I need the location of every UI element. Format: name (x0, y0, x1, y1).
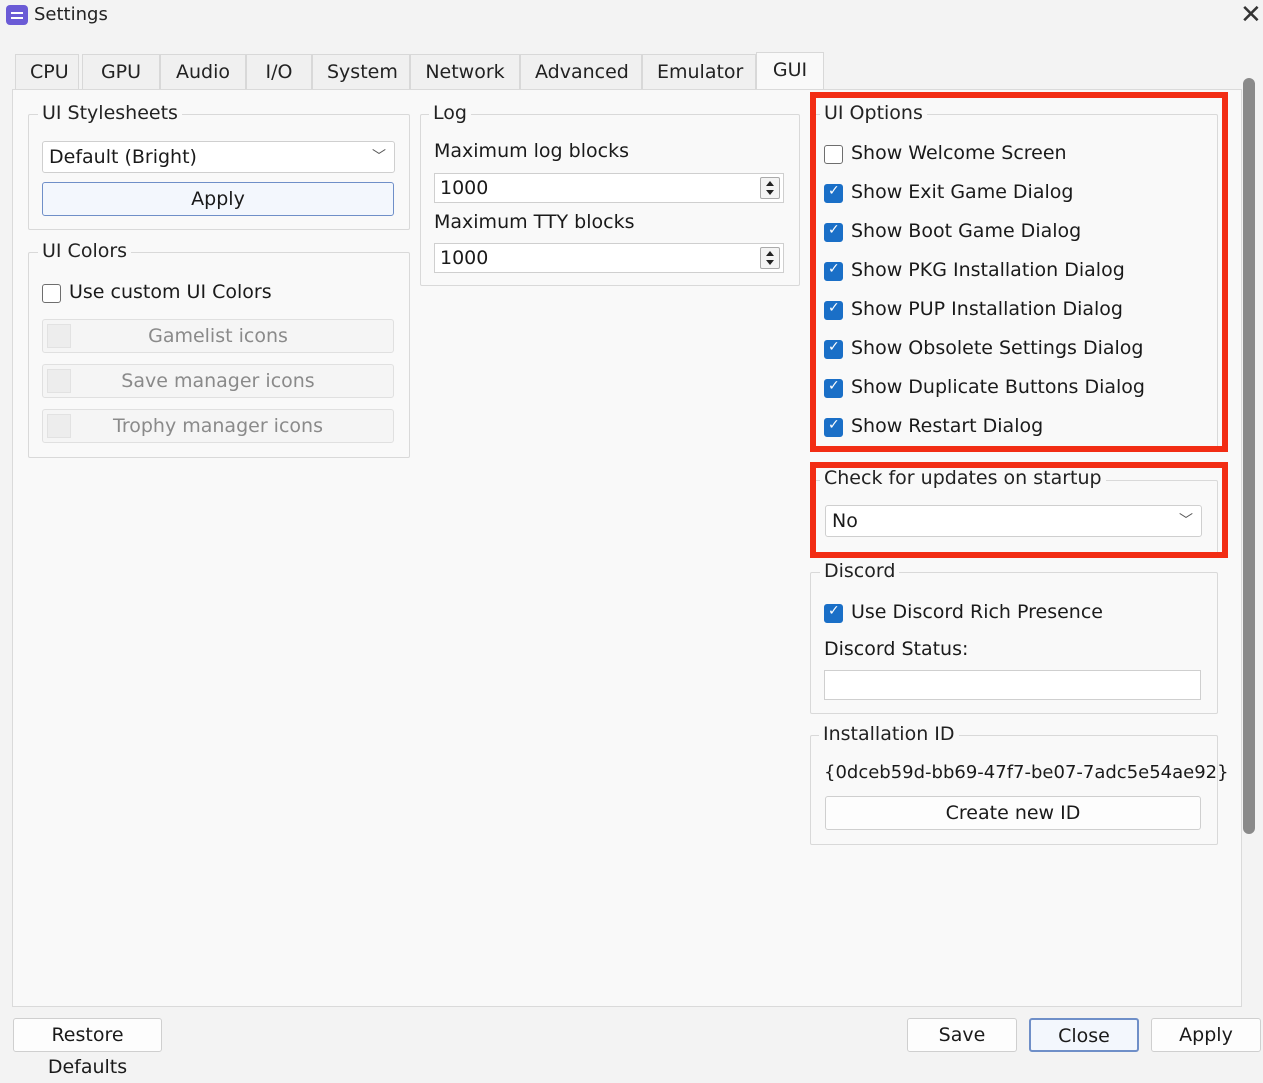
discord-label: Discord (820, 560, 900, 582)
highlight-box (810, 92, 1228, 452)
discord-rich-presence-label: Use Discord Rich Presence (851, 601, 1103, 623)
installation-id-label: Installation ID (819, 723, 959, 745)
stylesheet-value: Default (Bright) (49, 146, 197, 168)
restore-defaults-button[interactable]: Restore Defaults (13, 1018, 162, 1078)
custom-colors-checkbox[interactable] (42, 284, 61, 303)
discord-rich-presence-checkbox[interactable] (824, 603, 843, 623)
save-manager-icons-label: Save manager icons (121, 370, 315, 392)
max-log-spinbox[interactable]: 1000 (434, 173, 784, 203)
tab-emulator[interactable]: Emulator (642, 54, 756, 89)
ui-colors-label: UI Colors (38, 240, 132, 262)
save-manager-icons-button[interactable]: Save manager icons (42, 364, 394, 398)
stylesheet-apply-button[interactable]: Apply (42, 182, 394, 216)
chevron-down-icon: ﹀ (372, 149, 386, 165)
app-icon (6, 5, 28, 25)
max-tty-spinbox[interactable]: 1000 (434, 243, 784, 273)
trophy-manager-icons-button[interactable]: Trophy manager icons (42, 409, 394, 443)
tab-network[interactable]: Network (410, 54, 520, 89)
custom-colors-label: Use custom UI Colors (69, 281, 272, 303)
close-button[interactable]: Close (1029, 1018, 1139, 1052)
trophy-manager-icons-label: Trophy manager icons (113, 415, 323, 437)
spin-arrows-icon[interactable] (760, 247, 780, 269)
create-new-id-button[interactable]: Create new ID (825, 796, 1201, 830)
highlight-box (810, 462, 1228, 558)
discord-status-input[interactable] (824, 670, 1201, 700)
tab-advanced[interactable]: Advanced (520, 54, 642, 89)
gamelist-icons-button[interactable]: Gamelist icons (42, 319, 394, 353)
tab-io[interactable]: I/O (246, 54, 312, 89)
title-bar: Settings ✕ (0, 0, 1263, 36)
apply-button[interactable]: Apply (1151, 1018, 1261, 1052)
max-tty-value: 1000 (440, 247, 489, 269)
tab-cpu[interactable]: CPU (15, 54, 79, 89)
tab-system[interactable]: System (312, 54, 410, 89)
stylesheet-select[interactable]: Default (Bright) ﹀ (42, 141, 395, 173)
window-title: Settings (34, 4, 108, 25)
color-swatch (47, 369, 71, 393)
ui-stylesheets-label: UI Stylesheets (38, 102, 182, 124)
tab-gui[interactable]: GUI (756, 52, 824, 90)
color-swatch (47, 324, 71, 348)
color-swatch (47, 414, 71, 438)
max-log-label: Maximum log blocks (434, 140, 629, 162)
log-label: Log (429, 102, 471, 124)
scrollbar[interactable] (1243, 78, 1255, 834)
tab-gpu[interactable]: GPU (82, 54, 160, 89)
installation-id-value: {0dceb59d-bb69-47f7-be07-7adc5e54ae92} (824, 762, 1229, 783)
spin-arrows-icon[interactable] (760, 177, 780, 199)
save-button[interactable]: Save (907, 1018, 1017, 1052)
gamelist-icons-label: Gamelist icons (148, 325, 288, 347)
tab-audio[interactable]: Audio (160, 54, 246, 89)
max-log-value: 1000 (440, 177, 489, 199)
close-icon[interactable]: ✕ (1240, 2, 1262, 28)
discord-status-label: Discord Status: (824, 638, 969, 660)
max-tty-label: Maximum TTY blocks (434, 211, 635, 233)
